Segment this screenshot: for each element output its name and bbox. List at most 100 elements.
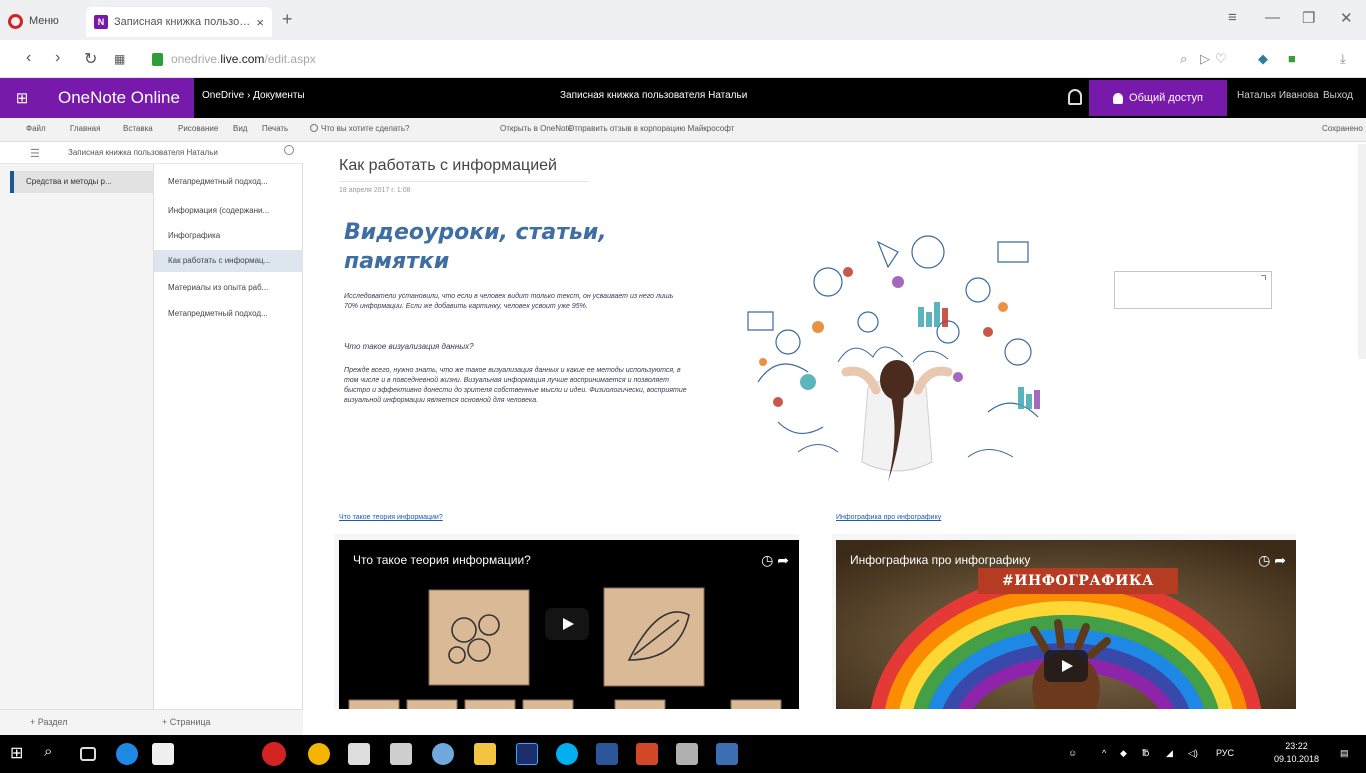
app-launcher-icon[interactable]: ⊞ (0, 78, 44, 118)
forward-icon[interactable]: › (55, 49, 60, 67)
add-section-button[interactable]: + Раздел (0, 709, 154, 735)
page-item[interactable]: Информация (содержани... (154, 200, 303, 222)
restore-icon[interactable]: ❐ (1302, 9, 1315, 27)
app-name[interactable]: OneNote Online (44, 78, 194, 118)
tray-app-icon[interactable]: ℔ (1142, 748, 1149, 759)
share-label: Общий доступ (1129, 92, 1203, 104)
notifications-icon[interactable] (1068, 89, 1082, 105)
photoshop-icon[interactable] (516, 743, 538, 765)
watch-later-share-icon[interactable]: ◷ ➦ (761, 552, 789, 569)
vertical-scrollbar[interactable] (1358, 144, 1366, 359)
section-item[interactable]: Средства и методы р... (10, 171, 154, 193)
language-indicator[interactable]: РУС (1216, 748, 1234, 758)
notebook-nav-header: ☰ Записная книжка пользователя Натальи (0, 142, 303, 164)
menu-draw[interactable]: Рисование (178, 124, 218, 133)
page-title[interactable]: Как работать с информацией (339, 157, 557, 175)
address-bar: ‹ › ↻ ▦ onedrive.live.com/edit.aspx ⌕ ▷ … (0, 40, 1366, 78)
page-item[interactable]: Метапредметный подход... (154, 171, 303, 193)
speed-dial-icon[interactable]: ▦ (114, 52, 125, 66)
tell-me-box[interactable]: Что вы хотите сделать? (310, 124, 409, 133)
menu-view[interactable]: Вид (233, 124, 247, 133)
opera-menu-label: Меню (29, 15, 59, 27)
close-window-icon[interactable]: ✕ (1340, 9, 1353, 27)
people-icon[interactable]: ☺ (1068, 748, 1077, 758)
volume-icon[interactable]: ◁) (1188, 748, 1198, 759)
notebook-title: Записная книжка пользователя Натальи (560, 90, 748, 101)
search-icon[interactable]: ⌕ (44, 743, 66, 765)
video-link[interactable]: Инфографика про инфографику (836, 514, 941, 521)
watch-later-share-icon[interactable]: ◷ ➦ (1258, 552, 1286, 569)
nav-notebook-title[interactable]: Записная книжка пользователя Натальи (68, 148, 218, 157)
content-heading[interactable]: Видеоуроки, статьи, памятки (344, 218, 674, 276)
minimize-icon[interactable]: — (1265, 9, 1280, 26)
store-bag-icon[interactable] (152, 743, 174, 765)
content-paragraph[interactable]: Прежде всего, нужно знать, что же такое … (344, 366, 689, 406)
signout-link[interactable]: Выход (1323, 90, 1353, 101)
new-tab-button[interactable]: + (282, 9, 293, 30)
video-link[interactable]: Что такое теория информации? (339, 514, 443, 521)
content-question[interactable]: Что такое визуализация данных? (344, 342, 689, 352)
user-name[interactable]: Наталья Иванова (1237, 90, 1319, 101)
calculator-icon[interactable] (348, 743, 370, 765)
video-title[interactable]: Инфографика про инфографику (850, 553, 1030, 567)
start-windows-icon[interactable]: ⊞ (10, 743, 32, 765)
edge-browser-icon[interactable] (116, 743, 138, 765)
video-player[interactable]: Что такое теория информации? ◷ ➦ (339, 540, 799, 709)
download-icon[interactable]: ⤓ (1340, 51, 1346, 67)
page-item[interactable]: Метапредметный подход... (154, 303, 303, 325)
pages-pane: Метапредметный подход... Информация (сод… (154, 164, 303, 709)
file-explorer-icon[interactable] (474, 743, 496, 765)
app-icon[interactable] (716, 743, 738, 765)
bookmark-heart-icon[interactable]: ♡ (1215, 51, 1227, 67)
clock[interactable]: 23:22 09.10.2018 (1274, 740, 1319, 766)
search-icon[interactable] (284, 145, 294, 155)
hamburger-icon[interactable]: ☰ (30, 147, 40, 160)
tray-chevron-icon[interactable]: ^ (1102, 748, 1106, 758)
tab-close-icon[interactable]: × (256, 15, 264, 30)
back-icon[interactable]: ‹ (26, 49, 31, 67)
windows-taskbar: ⊞ ⌕ ☺ ^ ◆ ℔ ◢ ◁) РУС 23:22 09.10.2018 ▤ (0, 735, 1366, 773)
url-path: /edit.aspx (264, 52, 316, 66)
search-page-icon[interactable]: ⌕ (1180, 51, 1187, 67)
page-item[interactable]: Инфографика (154, 225, 303, 247)
opera-menu-button[interactable]: Меню (8, 10, 59, 32)
feedback-link[interactable]: Отправить отзыв в корпорацию Майкрософт (568, 124, 734, 133)
tab-menu-icon[interactable]: ≡ (1228, 9, 1237, 26)
wifi-icon[interactable]: ◢ (1166, 748, 1173, 759)
breadcrumb[interactable]: OneDrive › Документы (202, 90, 305, 101)
tray-network-icon[interactable]: ◆ (1120, 748, 1127, 759)
reload-icon[interactable]: ↻ (84, 49, 97, 69)
word-icon[interactable] (596, 743, 618, 765)
menu-home[interactable]: Главная (70, 124, 100, 133)
page-item-selected[interactable]: Как работать с информац... (154, 250, 303, 272)
video-title[interactable]: Что такое теория информации? (353, 553, 531, 567)
url-host-prefix: onedrive. (171, 52, 221, 66)
play-button[interactable] (1044, 650, 1088, 682)
tell-me-label: Что вы хотите сделать? (321, 124, 410, 133)
page-item[interactable]: Материалы из опыта раб... (154, 277, 303, 299)
menu-print[interactable]: Печать (262, 124, 288, 133)
notifications-icon[interactable]: ▤ (1340, 748, 1349, 759)
skype-icon[interactable] (556, 743, 578, 765)
paint-icon[interactable] (432, 743, 454, 765)
url-field[interactable]: onedrive.live.com/edit.aspx (152, 47, 1212, 71)
chrome-icon[interactable] (308, 743, 330, 765)
add-page-button[interactable]: + Страница (154, 709, 303, 735)
menu-insert[interactable]: Вставка (123, 124, 153, 133)
content-paragraph[interactable]: Исследователи установили, что если в чел… (344, 292, 689, 312)
extension-icon[interactable]: ■ (1288, 51, 1296, 66)
play-button[interactable] (545, 608, 589, 640)
mail-icon[interactable] (390, 743, 412, 765)
open-in-onenote-link[interactable]: Открыть в OneNote (500, 124, 572, 133)
opera-taskbar-icon[interactable] (262, 742, 286, 766)
share-button[interactable]: Общий доступ (1089, 80, 1227, 116)
forward-page-icon[interactable]: ▷ (1200, 51, 1210, 67)
powerpoint-icon[interactable] (636, 743, 658, 765)
video-player[interactable]: Инфографика про инфографику ◷ ➦ #ИНФОГРА… (836, 540, 1296, 709)
vpn-icon[interactable]: ◆ (1258, 51, 1268, 67)
floating-container[interactable] (1114, 271, 1272, 309)
menu-file[interactable]: Файл (26, 124, 46, 133)
browser-tab-active[interactable]: N Записная книжка пользо… × (86, 7, 272, 37)
app-icon[interactable] (676, 743, 698, 765)
task-view-icon[interactable] (80, 747, 96, 761)
